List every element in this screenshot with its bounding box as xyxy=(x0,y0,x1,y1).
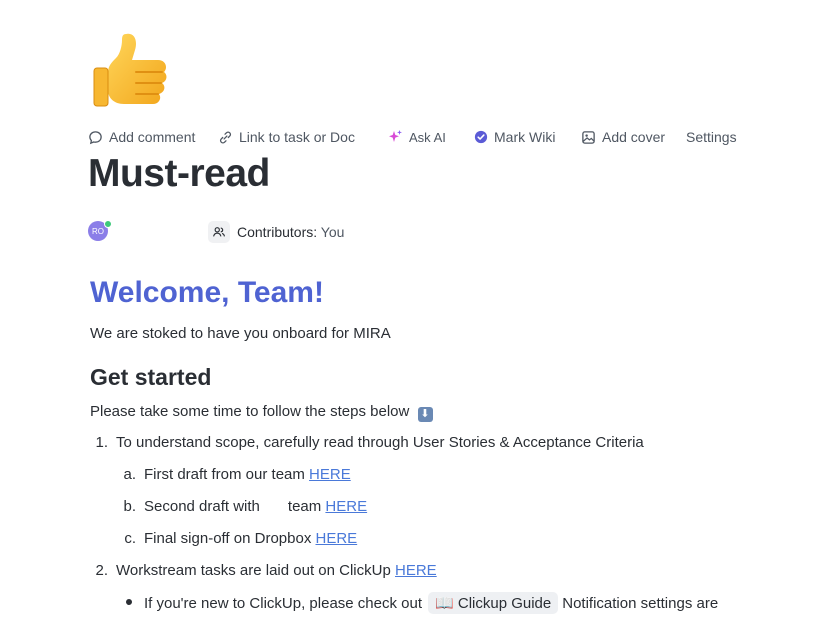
settings-button[interactable]: Settings xyxy=(686,129,737,145)
list-item-step-1c: c. Final sign-off on Dropbox HERE xyxy=(124,530,357,547)
clickup-new-text: If you're new to ClickUp, please check o… xyxy=(144,595,422,612)
clickup-guide-label: Clickup Guide xyxy=(457,595,552,612)
mark-wiki-label: Mark Wiki xyxy=(494,129,556,145)
intro-paragraph: We are stoked to have you onboard for MI… xyxy=(90,325,391,342)
steps-intro-text: Please take some time to follow the step… xyxy=(90,403,410,420)
ask-ai-button[interactable]: Ask AI xyxy=(387,129,446,145)
step-1a-text: First draft from our team xyxy=(144,466,310,483)
add-cover-button[interactable]: Add cover xyxy=(581,129,665,145)
list-item-step-1a: a. First draft from our team HERE xyxy=(123,466,351,483)
verified-check-icon xyxy=(474,130,488,144)
ask-ai-label: Ask AI xyxy=(409,129,446,145)
page-title[interactable]: Must-read xyxy=(88,152,270,196)
contributors-icon xyxy=(208,221,230,243)
contributors: Contributors: You xyxy=(237,224,344,240)
link-icon xyxy=(219,130,232,144)
second-draft-link[interactable]: HERE xyxy=(325,498,367,515)
book-icon: 📖 xyxy=(435,595,454,612)
list-item-step-1b: b. Second draft with team HERE xyxy=(123,498,367,515)
link-task-button[interactable]: Link to task or Doc xyxy=(218,129,355,145)
bullet-dot xyxy=(126,599,132,605)
clickup-guide-chip[interactable]: 📖 Clickup Guide xyxy=(428,592,559,614)
thumbs-up-icon[interactable] xyxy=(88,28,174,114)
avatar-initials: RO xyxy=(92,226,104,236)
welcome-heading: Welcome, Team! xyxy=(90,276,324,309)
list-marker: a. xyxy=(123,466,136,483)
list-marker: 1. xyxy=(95,434,108,451)
notification-settings-text: Notification settings are xyxy=(562,595,719,612)
settings-label: Settings xyxy=(686,129,737,145)
list-item-step-1: 1. To understand scope, carefully read t… xyxy=(95,434,644,451)
contributors-label: Contributors: xyxy=(237,224,318,240)
add-comment-label: Add comment xyxy=(109,129,196,145)
list-marker: c. xyxy=(124,530,136,547)
step-1b-text-before: Second draft with xyxy=(144,498,260,515)
add-cover-label: Add cover xyxy=(602,129,666,145)
step-1-text: To understand scope, carefully read thro… xyxy=(116,434,644,451)
sparkle-icon xyxy=(389,130,402,142)
doc-meta-row: RO Contributors: You xyxy=(88,220,488,243)
list-marker: 2. xyxy=(95,562,108,579)
get-started-heading: Get started xyxy=(90,364,212,390)
steps-intro-paragraph: Please take some time to follow the step… xyxy=(90,403,433,422)
add-comment-button[interactable]: Add comment xyxy=(88,129,195,145)
comment-icon xyxy=(89,130,102,144)
image-icon xyxy=(582,130,595,144)
online-status-dot xyxy=(104,220,112,228)
contributors-value: You xyxy=(320,224,345,240)
list-item-step-2: 2. Workstream tasks are laid out on Clic… xyxy=(95,562,437,579)
mark-wiki-button[interactable]: Mark Wiki xyxy=(474,129,555,145)
list-item-clickup-guide: If you're new to ClickUp, please check o… xyxy=(126,592,719,614)
list-marker: b. xyxy=(123,498,136,515)
first-draft-link[interactable]: HERE xyxy=(309,466,351,483)
step-2-text: Workstream tasks are laid out on ClickUp xyxy=(116,562,395,579)
down-arrow-icon: ⬇ xyxy=(417,407,433,422)
link-task-label: Link to task or Doc xyxy=(239,129,355,145)
clickup-tasks-link[interactable]: HERE xyxy=(395,562,437,579)
step-1c-text: Final sign-off on Dropbox xyxy=(144,530,316,547)
step-1b-text-after: team xyxy=(287,498,326,515)
doc-page: Add comment Link to task or Doc Ask AI M… xyxy=(0,0,830,621)
final-signoff-link[interactable]: HERE xyxy=(315,530,357,547)
